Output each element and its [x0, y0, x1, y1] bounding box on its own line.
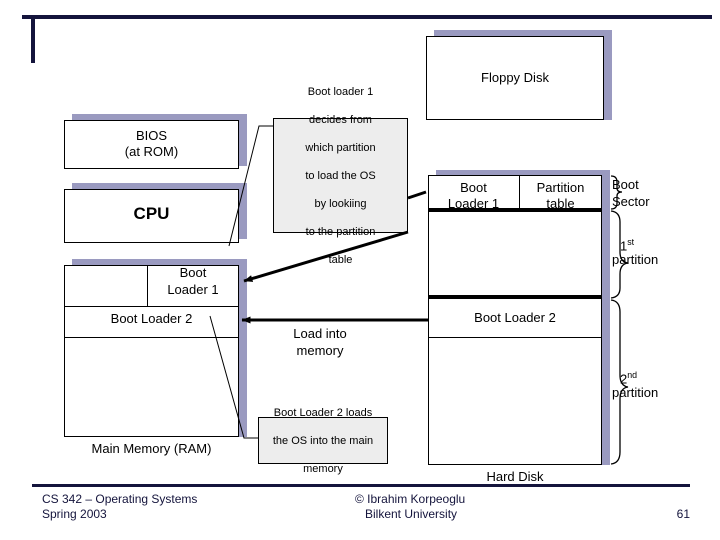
- footer-page-number: 61: [676, 507, 690, 521]
- footer-course-line1: CS 342 – Operating Systems: [42, 492, 198, 506]
- callout-line: by lookiing: [314, 197, 367, 210]
- hard-disk-partition-table-line2: table: [546, 196, 575, 211]
- slide-canvas: Floppy Disk BIOS (at ROM) CPU Boot Loade…: [0, 0, 720, 540]
- callout-boot-loader-2: Boot Loader 2 loads the OS into the main m…: [258, 407, 388, 475]
- hard-disk-boot-loader-2-label: Boot Loader 2: [474, 310, 556, 325]
- load-into-memory-label-line1: Load into: [293, 326, 347, 341]
- memory-boot-loader-1-line1: Boot: [179, 265, 207, 280]
- hard-disk-boot-loader-1-line1: Boot: [460, 180, 487, 195]
- footer-course-line2: Spring 2003: [42, 507, 107, 521]
- footer-credit-line1: © Ibrahim Korpeoglu: [355, 492, 466, 506]
- callout-line: to load the OS: [305, 169, 376, 182]
- hard-disk-boot-loader-1-line2: Loader 1: [447, 196, 500, 211]
- callout-line: which partition: [305, 141, 376, 154]
- memory-divider-bl2-free: [64, 337, 239, 338]
- cpu-label: CPU: [133, 204, 170, 223]
- bios-label-line2: (at ROM): [124, 144, 179, 159]
- callout-line: Boot Loader 2 loads: [273, 406, 373, 419]
- hard-disk-partition-rule: [428, 295, 602, 299]
- ordinal-second-suffix: nd: [627, 370, 638, 380]
- memory-caption: Main Memory (RAM): [91, 441, 212, 456]
- floppy-disk-label: Floppy Disk: [481, 70, 549, 85]
- brace-label-boot-sector-line2: Sector: [612, 194, 650, 209]
- brace-label-second-partition-line2: partition: [612, 385, 659, 400]
- callout-line: the OS into the main: [272, 434, 374, 447]
- hard-disk-caption: Hard Disk: [486, 469, 544, 484]
- header-rule-vertical: [31, 15, 35, 63]
- brace-label-boot-sector-line1: Boot: [612, 177, 639, 192]
- callout-line: Boot loader 1: [307, 85, 374, 98]
- header-rule-horizontal: [22, 15, 712, 19]
- memory-divider-bl1-bl2: [64, 306, 239, 307]
- brace-label-first-partition-line2: partition: [612, 252, 659, 267]
- hard-disk-partition-table-line1: Partition: [536, 180, 585, 195]
- bios-label-line1: BIOS: [135, 128, 168, 143]
- callout-line: decides from: [309, 113, 372, 126]
- memory-boot-loader-2-label: Boot Loader 2: [110, 311, 193, 326]
- callout-line: to the partition: [305, 225, 376, 238]
- memory-boot-loader-1-line2: Loader 1: [167, 282, 219, 297]
- callout-line: table: [328, 253, 353, 266]
- callout-boot-loader-1: Boot loader 1 decides from which partition…: [273, 86, 408, 266]
- callout-line: memory: [303, 462, 343, 475]
- callout-boot-loader-2-text: Boot Loader 2 loads the OS into the main m…: [259, 406, 387, 476]
- ordinal-first-suffix: st: [627, 237, 635, 247]
- callout-boot-loader-1-text: Boot loader 1 decides from which partition…: [274, 85, 407, 267]
- load-into-memory-label-line2: memory: [296, 343, 344, 358]
- footer-credit-line2: Bilkent University: [365, 507, 458, 521]
- arrow-callout1-to-harddisk: [407, 190, 427, 200]
- hard-disk-bl2-bottom-rule: [428, 337, 602, 338]
